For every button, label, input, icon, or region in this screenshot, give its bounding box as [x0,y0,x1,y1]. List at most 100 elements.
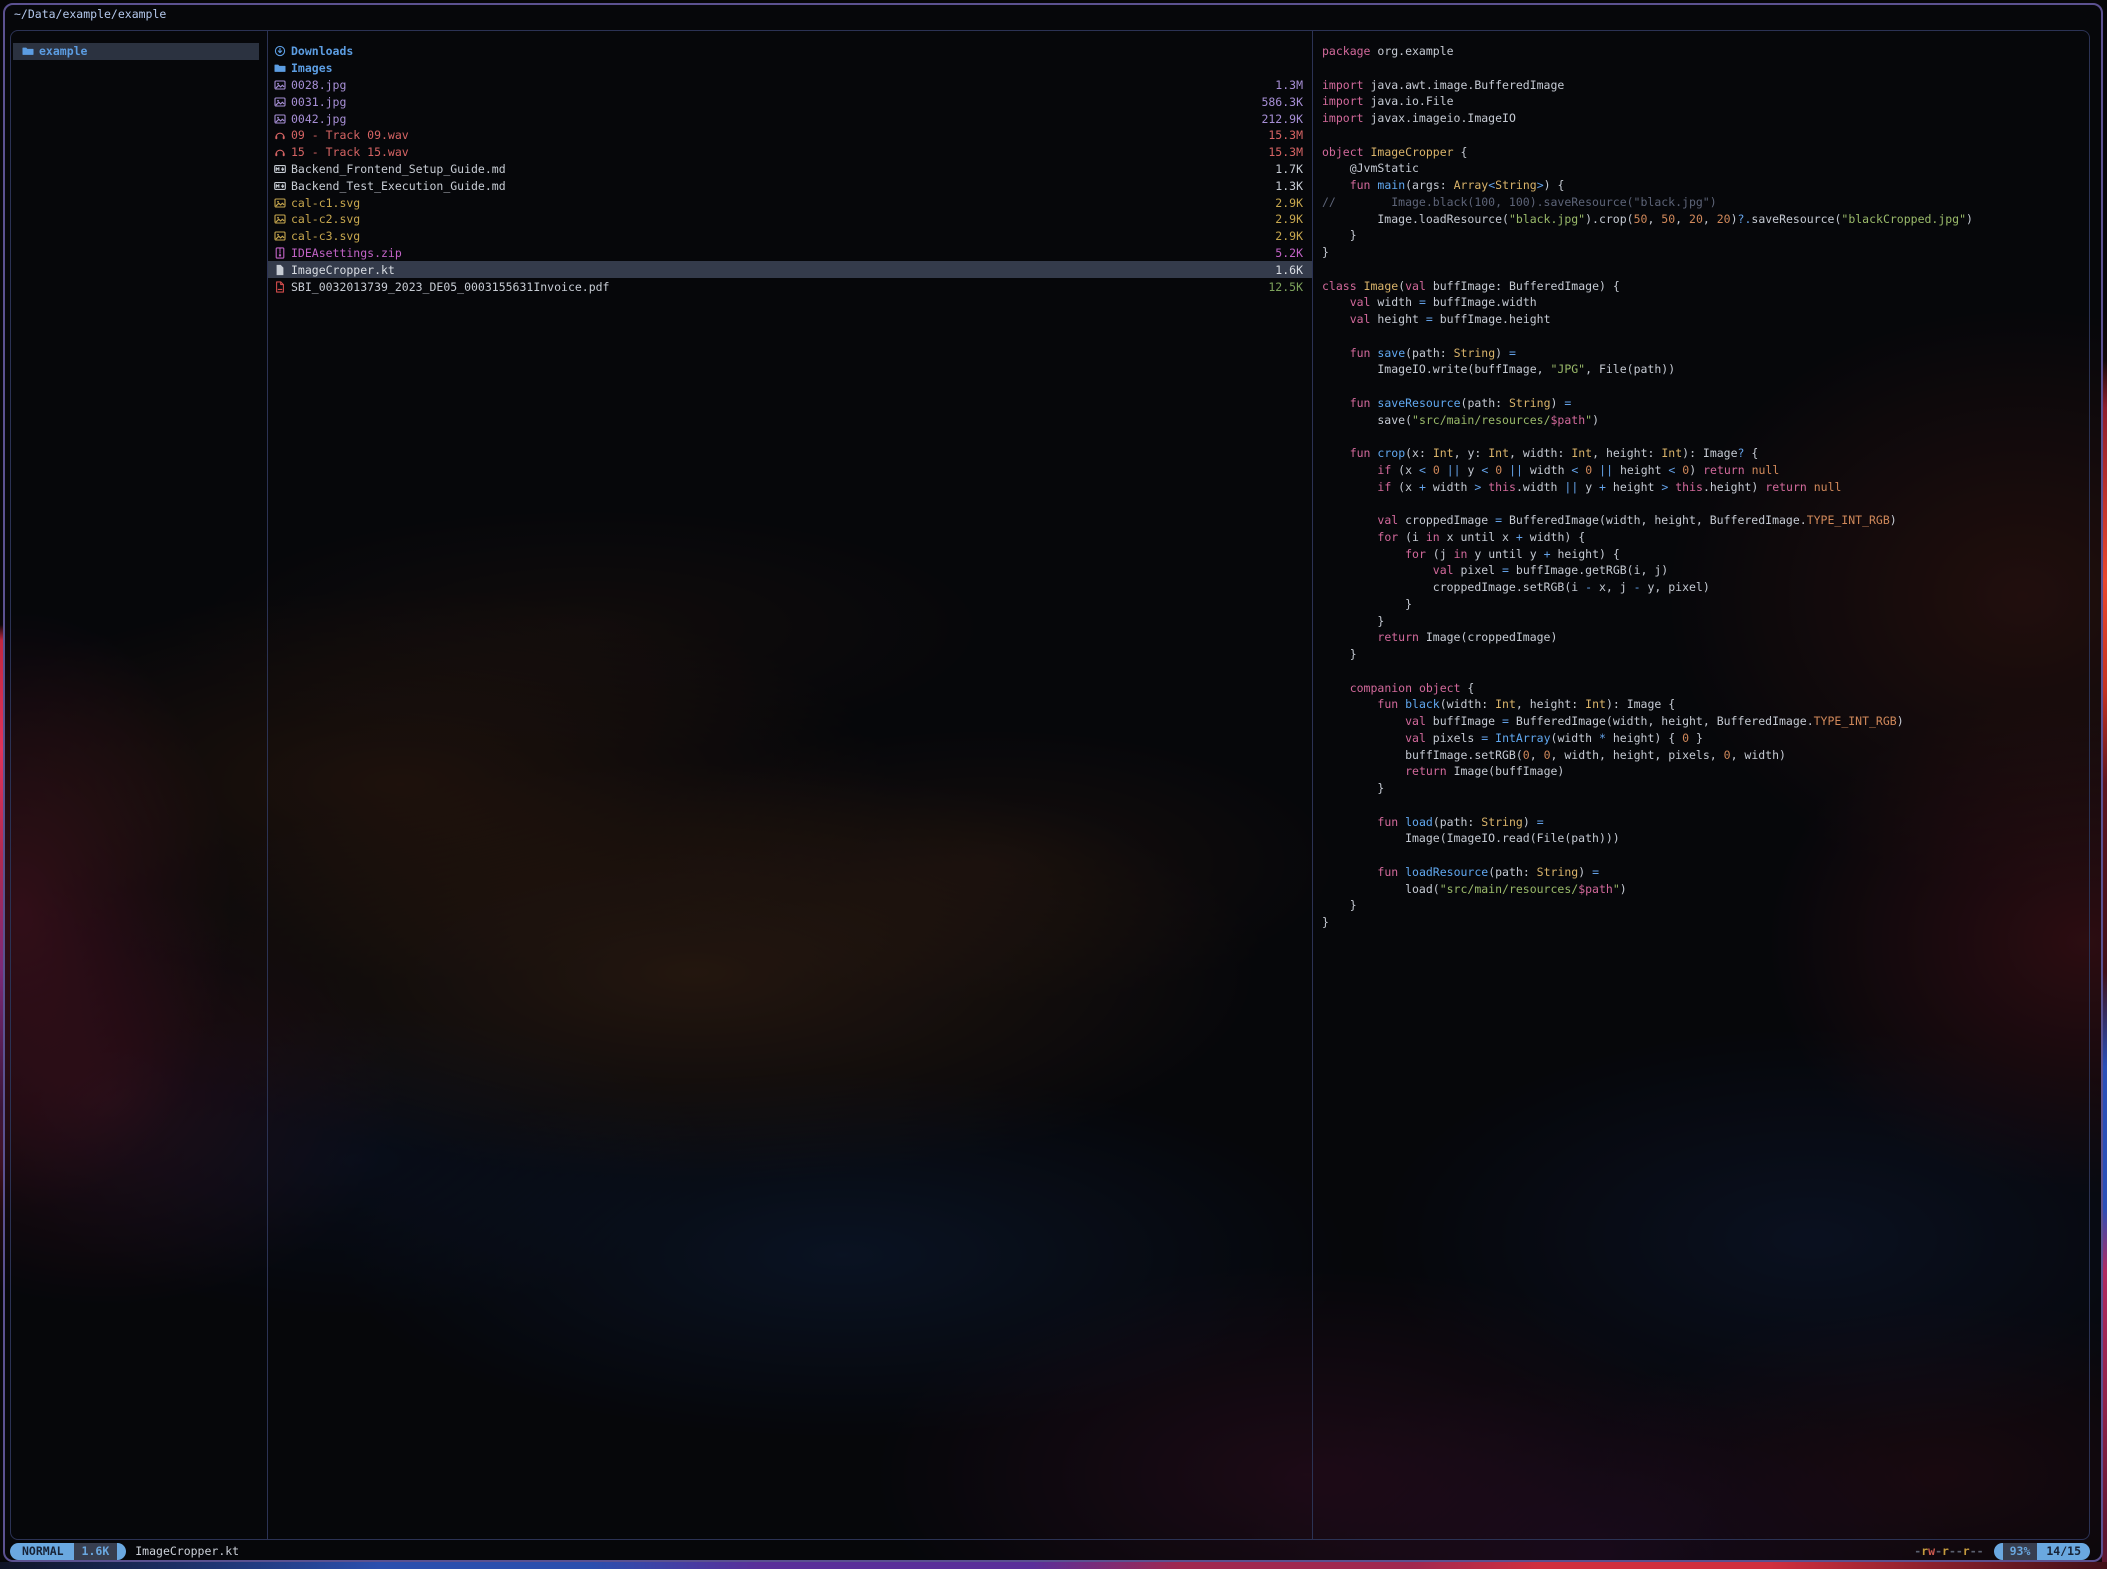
code-line: } [1322,613,2089,630]
code-line [1322,60,2089,77]
code-line: // Image.black(100, 100).saveResource("b… [1322,194,2089,211]
code-line: fun crop(x: Int, y: Int, width: Int, hei… [1322,445,2089,462]
code-line: } [1322,596,2089,613]
wallpaper-edge-bottom [0,1562,2107,1569]
file-row[interactable]: IDEAsettings.zip 5.2K [268,245,1312,262]
file-row[interactable]: 15 - Track 15.wav15.3M [268,144,1312,161]
code-line: val width = buffImage.width [1322,294,2089,311]
file-row[interactable]: Backend_Frontend_Setup_Guide.md1.7K [268,161,1312,178]
code-line: fun save(path: String) = [1322,345,2089,362]
cursor-position: 14/15 [2037,1543,2090,1560]
file-name: 0042.jpg [291,112,1253,126]
code-line: val croppedImage = BufferedImage(width, … [1322,512,2089,529]
image-icon [274,79,286,91]
status-left-group: NORMAL 1.6K ImageCropper.kt [10,1543,239,1560]
folder-download-icon [274,45,286,57]
code-line: val pixels = IntArray(width * height) { … [1322,730,2089,747]
code-line: if (x < 0 || y < 0 || width < 0 || heigh… [1322,462,2089,479]
file-row[interactable]: cal-c3.svg 2.9K [268,228,1312,245]
code-line [1322,495,2089,512]
status-right-group: -rw-r--r-- 93% 14/15 [1914,1543,2090,1560]
vector-image-icon [274,230,286,242]
code-line: } [1322,897,2089,914]
file-size: 1.7K [1275,162,1303,176]
code-preview: package org.example import java.awt.imag… [1313,31,2089,931]
code-line [1322,847,2089,864]
file-row[interactable]: 0031.jpg 586.3K [268,93,1312,110]
code-line [1322,127,2089,144]
code-line: } [1322,780,2089,797]
file-row[interactable]: 09 - Track 09.wav15.3M [268,127,1312,144]
file-row[interactable]: 0028.jpg1.3M [268,77,1312,94]
file-row[interactable]: cal-c2.svg 2.9K [268,211,1312,228]
code-line: val buffImage = BufferedImage(width, hei… [1322,713,2089,730]
code-line: companion object { [1322,680,2089,697]
file-size: 1.6K [1275,263,1303,277]
image-icon [274,113,286,125]
code-line: class Image(val buffImage: BufferedImage… [1322,278,2089,295]
file-size: 2.9K [1275,229,1303,243]
file-row[interactable]: Downloads [268,43,1312,60]
code-line: } [1322,914,2089,931]
file-size: 15.3M [1268,145,1303,159]
markdown-icon [274,180,286,192]
file-name: 0031.jpg [291,95,1253,109]
code-line: fun saveResource(path: String) = [1322,395,2089,412]
code-line [1322,328,2089,345]
file-row[interactable]: cal-c1.svg2.9K [268,194,1312,211]
file-size-badge: 1.6K [74,1543,118,1560]
file-name: Downloads [291,44,1295,58]
file-row[interactable]: SBI_0032013739_2023_DE05_0003155631Invoi… [268,278,1312,295]
code-line: save("src/main/resources/$path") [1322,412,2089,429]
status-file-name: ImageCropper.kt [135,1543,239,1560]
code-line [1322,797,2089,814]
code-line: if (x + width > this.width || y + height… [1322,479,2089,496]
code-line: val pixel = buffImage.getRGB(i, j) [1322,562,2089,579]
code-line: package org.example [1322,43,2089,60]
code-line: fun load(path: String) = [1322,814,2089,831]
code-line: import java.io.File [1322,93,2089,110]
file-size: 586.3K [1261,95,1303,109]
markdown-icon [274,163,286,175]
image-icon [274,96,286,108]
file-size: 12.5K [1268,280,1303,294]
file-size: 2.9K [1275,212,1303,226]
parent-directory-item[interactable]: example [13,43,259,60]
code-line: } [1322,244,2089,261]
audio-icon [274,146,286,158]
file-name: IDEAsettings.zip [291,246,1267,260]
code-line [1322,663,2089,680]
breadcrumb-path: ~/Data/example/example [14,6,166,23]
file-size: 2.9K [1275,196,1303,210]
code-line: ImageIO.write(buffImage, "JPG", File(pat… [1322,361,2089,378]
file-row[interactable]: ImageCropper.kt1.6K [268,261,1312,278]
code-line: val height = buffImage.height [1322,311,2089,328]
pdf-icon [274,281,286,293]
scroll-percentage: 93% [2003,1543,2038,1560]
file-row[interactable]: Backend_Test_Execution_Guide.md1.3K [268,177,1312,194]
current-directory-pane: Downloads Images 0028.jpg1.3M0031.jpg 586.3… [267,31,1313,1539]
code-line: import javax.imageio.ImageIO [1322,110,2089,127]
preview-pane[interactable]: package org.example import java.awt.imag… [1313,31,2089,1539]
file-permissions: -rw-r--r-- [1914,1543,1983,1560]
code-line [1322,261,2089,278]
file-name: cal-c2.svg [291,212,1267,226]
file-row[interactable]: 0042.jpg212.9K [268,110,1312,127]
code-line: object ImageCropper { [1322,144,2089,161]
folder-icon [22,45,34,57]
file-icon [274,264,286,276]
file-name: 09 - Track 09.wav [291,128,1260,142]
file-manager-panes: example Downloads Images 0028.jpg1.3M0031.… [10,30,2090,1540]
directory-name: example [39,44,253,58]
code-line: return Image(croppedImage) [1322,629,2089,646]
file-name: cal-c3.svg [291,229,1267,243]
desktop: ~/Data/example/example example Downloads… [0,0,2107,1569]
file-row[interactable]: Images [268,60,1312,77]
file-name: Backend_Test_Execution_Guide.md [291,179,1267,193]
powerline-cap-icon [1994,1543,2003,1560]
current-path-text: ~/Data/example/example [14,7,166,21]
code-line: return Image(buffImage) [1322,763,2089,780]
archive-icon [274,247,286,259]
file-size: 5.2K [1275,246,1303,260]
file-name: Images [291,61,1295,75]
